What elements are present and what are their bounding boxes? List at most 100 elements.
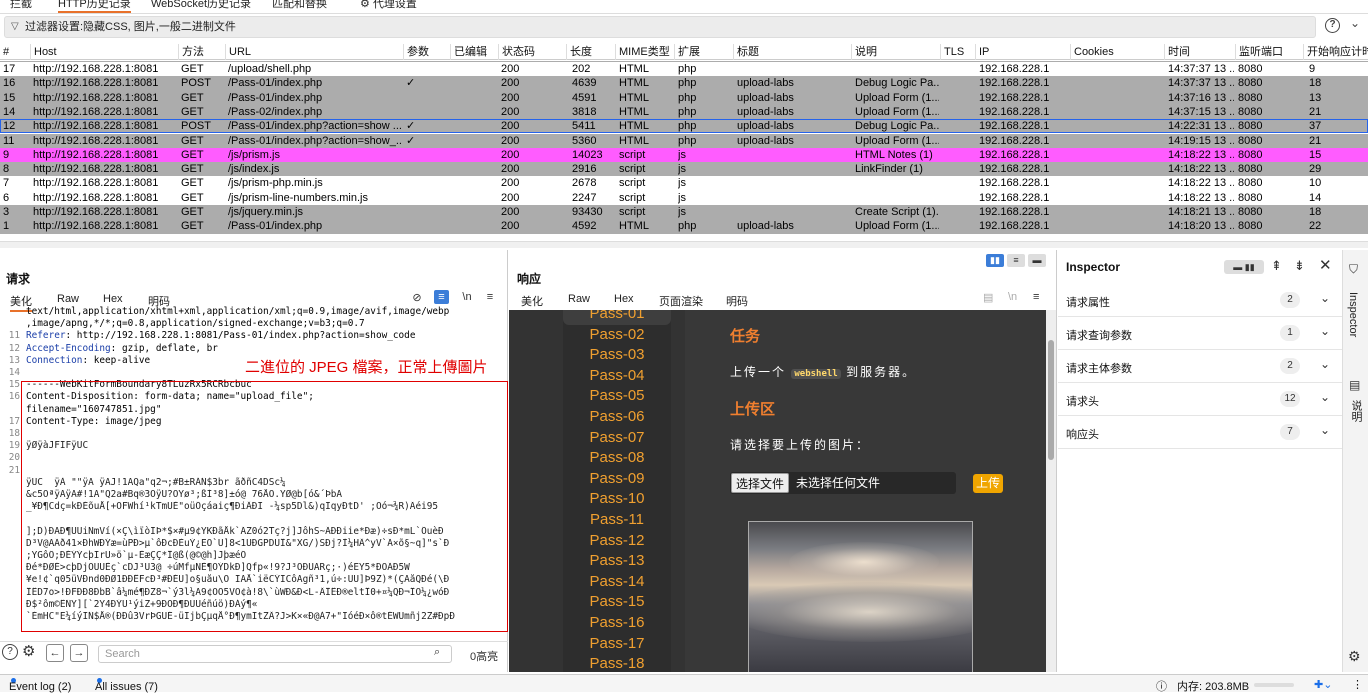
- pass-link[interactable]: Pass-12: [563, 531, 671, 552]
- pass-link[interactable]: Pass-10: [563, 489, 671, 510]
- col-edited[interactable]: 已编辑: [450, 44, 498, 60]
- layout-split-icon[interactable]: ▮▮: [986, 254, 1004, 267]
- wrap-icon[interactable]: ≡: [434, 290, 449, 304]
- help-icon[interactable]: ?: [1325, 18, 1340, 33]
- col-num[interactable]: #: [0, 44, 30, 60]
- tab-http-history[interactable]: HTTP历史记录: [58, 0, 131, 13]
- inspector-layout-icon[interactable]: ▬ ▮▮: [1224, 260, 1264, 274]
- table-row[interactable]: 3 http://192.168.228.1:8081 GET/js/jquery.…: [0, 205, 1368, 220]
- side-tab-inspector[interactable]: Inspector: [1347, 292, 1359, 337]
- eye-off-icon[interactable]: ⊘: [410, 291, 424, 304]
- inspector-section[interactable]: 请求头 12 ⌄: [1058, 383, 1342, 416]
- upload-button[interactable]: 上传: [973, 474, 1003, 493]
- expand-all-icon[interactable]: ⇟: [1294, 258, 1305, 274]
- settings-icon[interactable]: ⚙: [1348, 648, 1361, 665]
- inspector-section[interactable]: 请求主体参数 2 ⌄: [1058, 350, 1342, 383]
- pass-link[interactable]: Pass-01: [563, 310, 671, 325]
- tab-proxy-settings[interactable]: ⚙ 代理设置: [360, 0, 417, 13]
- layout-single-icon[interactable]: ▬: [1028, 254, 1046, 267]
- back-icon[interactable]: ←: [46, 644, 64, 662]
- table-row[interactable]: 14 http://192.168.228.1:8081 GET/Pass-02/i…: [0, 104, 1368, 120]
- pass-link[interactable]: Pass-08: [563, 448, 671, 469]
- col-host[interactable]: Host: [30, 44, 178, 60]
- collapse-all-icon[interactable]: ⇞: [1271, 258, 1282, 274]
- col-listen-port[interactable]: 监听端口: [1235, 44, 1303, 60]
- table-row[interactable]: 11 http://192.168.228.1:8081 GET/Pass-01/i…: [0, 133, 1368, 148]
- choose-file-button[interactable]: 选择文件: [731, 473, 790, 493]
- wrap-icon[interactable]: ▤: [983, 291, 993, 304]
- pass-link[interactable]: Pass-17: [563, 634, 671, 655]
- col-time[interactable]: 时间: [1164, 44, 1235, 60]
- inspector-section[interactable]: 请求查询参数 1 ⌄: [1058, 317, 1342, 350]
- col-ip[interactable]: IP: [975, 44, 1070, 60]
- notes-icon[interactable]: ▤: [1349, 378, 1360, 392]
- pass-link[interactable]: Pass-06: [563, 407, 671, 428]
- pass-link[interactable]: Pass-16: [563, 613, 671, 634]
- inspector-section[interactable]: 响应头 7 ⌄: [1058, 416, 1342, 449]
- pass-link[interactable]: Pass-13: [563, 551, 671, 572]
- close-icon[interactable]: ✕: [1319, 256, 1332, 274]
- pass-link[interactable]: Pass-04: [563, 366, 671, 387]
- col-response-timer[interactable]: 开始响应计时: [1303, 44, 1368, 60]
- menu-icon[interactable]: ≡: [1033, 291, 1039, 303]
- col-mime[interactable]: MIME类型: [615, 44, 674, 60]
- pass-link[interactable]: Pass-14: [563, 572, 671, 593]
- col-cookies[interactable]: Cookies: [1070, 44, 1164, 60]
- filter-bar[interactable]: ▽ 过滤器设置:隐藏CSS, 图片,一般二进制文件: [4, 16, 1316, 38]
- history-scrollbar[interactable]: [0, 241, 1368, 248]
- col-status[interactable]: 状态码: [498, 44, 566, 60]
- newline-icon[interactable]: \n: [460, 291, 474, 303]
- newline-icon[interactable]: \n: [1008, 291, 1017, 303]
- table-row[interactable]: 15 http://192.168.228.1:8081 GET/Pass-01/i…: [0, 90, 1368, 105]
- col-url[interactable]: URL: [225, 44, 403, 60]
- chevron-down-icon[interactable]: ⌄: [1320, 324, 1330, 338]
- col-length[interactable]: 长度: [566, 44, 615, 60]
- col-comment[interactable]: 说明: [851, 44, 940, 60]
- resp-tab-pretty[interactable]: 美化: [521, 293, 543, 309]
- pass-link[interactable]: Pass-03: [563, 345, 671, 366]
- chevron-down-icon[interactable]: ⌄: [1320, 357, 1330, 371]
- table-row[interactable]: 9 http://192.168.228.1:8081 GET/js/prism.j…: [0, 147, 1368, 163]
- render-scrollbar[interactable]: [1046, 310, 1056, 672]
- inspector-side-icon[interactable]: ⛉: [1349, 262, 1358, 277]
- chevron-down-icon[interactable]: ⌄: [1350, 16, 1360, 30]
- forward-icon[interactable]: →: [70, 644, 88, 662]
- table-row[interactable]: 1 http://192.168.228.1:8081 GET/Pass-01/in…: [0, 219, 1368, 234]
- col-tls[interactable]: TLS: [940, 44, 975, 60]
- chevron-down-icon[interactable]: ⌄: [1320, 423, 1330, 437]
- layout-stack-icon[interactable]: ≡: [1007, 254, 1025, 267]
- tab-intercept[interactable]: 拦截: [10, 0, 32, 13]
- resp-tab-plain[interactable]: 明码: [726, 293, 748, 309]
- chevron-down-icon[interactable]: ⌄: [1320, 291, 1330, 305]
- resp-tab-hex[interactable]: Hex: [614, 293, 634, 305]
- req-tab-raw[interactable]: Raw: [57, 293, 79, 305]
- pass-link[interactable]: Pass-02: [563, 325, 671, 346]
- feedback-icon[interactable]: ✚⌄: [1314, 678, 1332, 691]
- table-row[interactable]: 7 http://192.168.228.1:8081 GET/js/prism-p…: [0, 176, 1368, 191]
- help-icon[interactable]: ?: [2, 644, 18, 660]
- side-tab-notes[interactable]: 说明: [1348, 400, 1364, 422]
- pass-link[interactable]: Pass-11: [563, 510, 671, 531]
- pass-link[interactable]: Pass-09: [563, 469, 671, 490]
- search-icon[interactable]: ⌕: [434, 646, 440, 659]
- resp-tab-raw[interactable]: Raw: [568, 293, 590, 305]
- table-row[interactable]: 6 http://192.168.228.1:8081 GET/js/prism-l…: [0, 190, 1368, 205]
- menu-icon[interactable]: ≡: [483, 291, 497, 303]
- pass-link[interactable]: Pass-15: [563, 592, 671, 613]
- file-input[interactable]: 选择文件 未选择任何文件: [730, 472, 956, 494]
- pass-link[interactable]: Pass-05: [563, 386, 671, 407]
- pass-link[interactable]: Pass-18: [563, 654, 671, 672]
- chevron-down-icon[interactable]: ⌄: [1320, 390, 1330, 404]
- pass-link[interactable]: Pass-07: [563, 428, 671, 449]
- all-issues-link[interactable]: All issues (7): [95, 678, 158, 693]
- col-ext[interactable]: 扩展: [674, 44, 733, 60]
- req-tab-hex[interactable]: Hex: [103, 293, 123, 305]
- col-params[interactable]: 参数: [403, 44, 450, 60]
- tab-match-replace[interactable]: 匹配和替换: [272, 0, 327, 13]
- col-method[interactable]: 方法: [178, 44, 225, 60]
- table-row[interactable]: 12 http://192.168.228.1:8081 POST/Pass-01/…: [0, 119, 1368, 134]
- table-row[interactable]: 16 http://192.168.228.1:8081 POST/Pass-01/…: [0, 76, 1368, 91]
- tab-websocket-history[interactable]: WebSocket历史记录: [151, 0, 251, 13]
- table-row[interactable]: 17 http://192.168.228.1:8081 GET/upload/sh…: [0, 62, 1368, 77]
- table-row[interactable]: 8 http://192.168.228.1:8081 GET/js/index.j…: [0, 162, 1368, 177]
